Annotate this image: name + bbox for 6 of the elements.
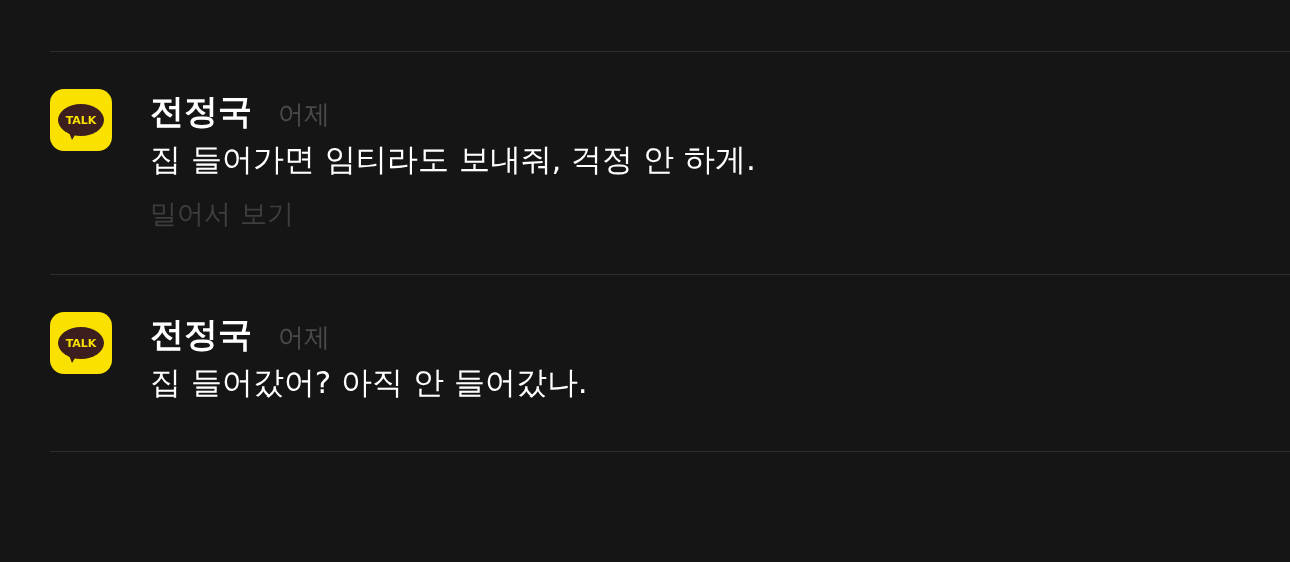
message-text: 집 들어갔어? 아직 안 들어갔나. [150, 363, 588, 402]
talk-label: TALK [65, 337, 97, 349]
message-text: 집 들어가면 임티라도 보내줘, 걱정 안 하게. [150, 140, 756, 179]
sender-name: 전정국 [150, 90, 252, 133]
talk-label: TALK [65, 114, 97, 126]
sender-name: 전정국 [150, 313, 252, 356]
